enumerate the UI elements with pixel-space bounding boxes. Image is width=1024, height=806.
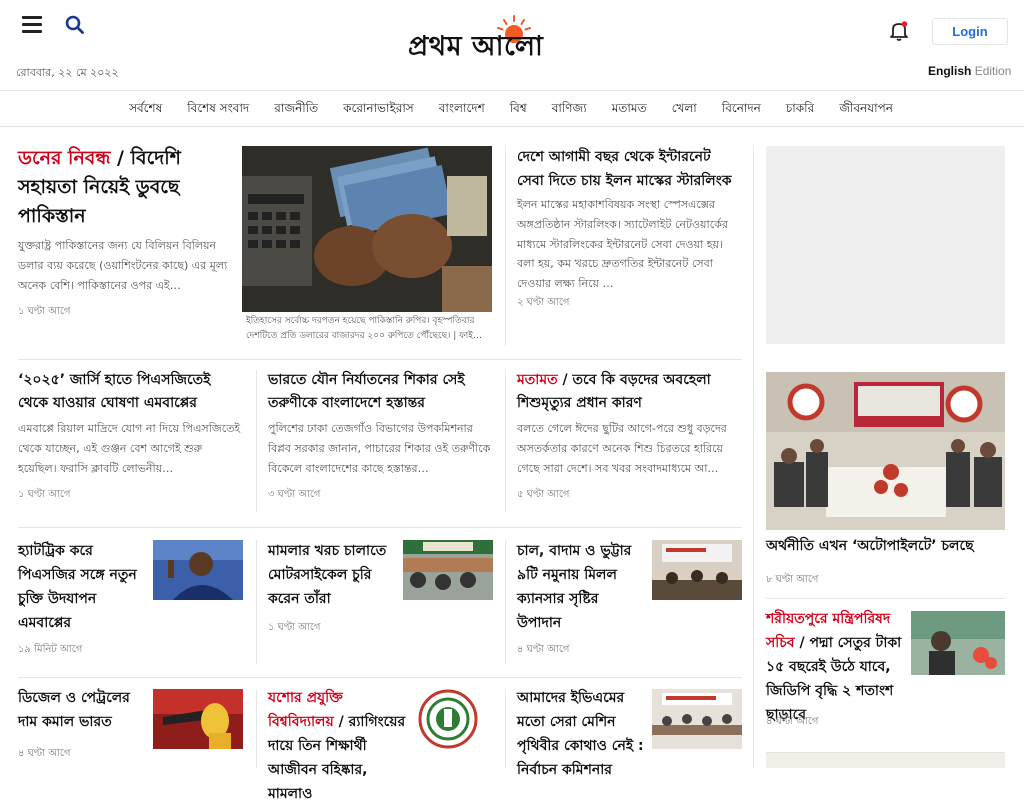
nav-item-latest[interactable]: সর্বশেষ [117,100,175,120]
kicker-separator: / [110,147,131,169]
lead-story-kicker: ডনের নিবন্ধ [18,147,111,169]
story-thumbnail[interactable] [153,540,243,600]
sidebar-story-image[interactable] [766,372,1005,530]
story-time: ৪ ঘণ্টা আগে [517,644,570,655]
logo-wordmark: প্রথম আলো [408,31,544,62]
column-divider [256,690,257,768]
site-logo[interactable]: প্রথম আলো [408,14,618,66]
advertisement-placeholder [766,146,1005,344]
column-divider [505,690,506,768]
next-sidebar-story-image[interactable] [766,752,1005,768]
login-button[interactable]: Login [932,18,1008,45]
story-card[interactable]: মতামত / তবে কি বড়দের অবহেলা শিশুমৃত্যুর… [517,369,742,415]
nav-item-bangladesh[interactable]: বাংলাদেশ [426,100,497,120]
nav-item-entertainment[interactable]: বিনোদন [709,100,773,120]
starlink-headline[interactable]: দেশে আগামী বছর থেকে ইন্টারনেট সেবা দিতে … [517,145,742,193]
story-title: ভারতে যৌন নির্যাতনের শিকার সেই তরুণীকে ব… [268,372,465,411]
row-divider [18,677,742,678]
lead-story-time: ১ ঘণ্টা আগে [18,306,71,317]
nav-item-special-news[interactable]: বিশেষ সংবাদ [175,100,262,120]
column-divider [505,146,506,346]
sidebar-story-time: ৪ ঘণ্টা আগে [766,716,819,727]
nav-item-lifestyle[interactable]: জীবনযাপন [827,100,906,120]
current-date: রোববার, ২২ মে ২০২২ [16,66,119,79]
story-time: ১৯ মিনিট আগে [18,644,83,655]
row-divider [18,527,742,528]
main-navigation: সর্বশেষ বিশেষ সংবাদ রাজনীতি করোনাভাইরাস … [0,92,1024,127]
story-time: ৫ ঘণ্টা আগে [517,489,570,500]
nav-item-world[interactable]: বিশ্ব [497,100,539,120]
story-title[interactable]: মামলার খরচ চালাতে মোটরসাইকেল চুরি করেন ত… [268,539,396,611]
story-card[interactable]: ভারতে যৌন নির্যাতনের শিকার সেই তরুণীকে ব… [268,369,493,415]
story-thumbnail[interactable] [153,689,243,749]
lead-story-headline[interactable]: ডনের নিবন্ধ / বিদেশি সহায়তা নিয়েই ডুবছ… [18,144,223,231]
search-icon[interactable] [64,14,86,36]
story-title: ‘২০২৫’ জার্সি হাতে পিএসজিতেই থেকে যাওয়া… [18,372,211,411]
nav-item-politics[interactable]: রাজনীতি [262,100,331,120]
hamburger-menu-icon[interactable] [22,16,42,33]
nav-item-jobs[interactable]: চাকরি [773,100,826,120]
starlink-time: ২ ঘণ্টা আগে [517,297,570,308]
lead-story-image[interactable] [242,146,492,312]
english-edition-link[interactable]: English Edition [928,64,1011,78]
column-divider [256,540,257,664]
nav-item-coronavirus[interactable]: করোনাভাইরাস [331,100,427,120]
story-kicker: মতামত [517,372,558,388]
sidebar-row-divider [766,598,1005,599]
story-card[interactable]: যশোর প্রযুক্তি বিশ্ববিদ্যালয় / র‍্যাগিং… [268,686,408,806]
row-divider [18,359,742,360]
story-thumbnail[interactable] [652,689,742,749]
story-time: ১ ঘণ্টা আগে [18,489,71,500]
column-divider [256,370,257,512]
story-kicker: যশোর প্রযুক্তি বিশ্ববিদ্যালয় [268,690,343,730]
story-summary: বলতে গেলে ঈদের ছুটির আগে-পরে শুধু বড়দের… [517,422,727,475]
story-thumbnail[interactable] [403,540,493,600]
nav-item-business[interactable]: বাণিজ্য [539,100,599,120]
lead-image-caption: ইতিহাসের সর্বোচ্চ দরপতন হয়েছে পাকিস্তান… [246,316,482,342]
story-title[interactable]: চাল, বাদাম ও ভুট্টার ৯টি নমুনায় মিলল ক্… [517,539,645,635]
sidebar-story-time: ৮ ঘণ্টা আগে [766,574,819,585]
university-logo-thumbnail[interactable] [418,689,478,749]
edition-label: Edition [974,64,1012,78]
notification-bell-icon[interactable] [889,20,909,42]
story-title[interactable]: ডিজেল ও পেট্রলের দাম কমাল ভারত [18,686,146,734]
sidebar-divider [753,146,754,768]
story-time: ১ ঘণ্টা আগে [268,622,321,633]
story-card[interactable]: ‘২০২৫’ জার্সি হাতে পিএসজিতেই থেকে যাওয়া… [18,369,243,415]
sidebar-story-card[interactable]: শরীয়তপুরে মন্ত্রিপরিষদ সচিব / পদ্মা সেত… [766,607,906,727]
sidebar-story-title[interactable]: অর্থনীতি এখন ‘অটোপাইলটে’ চলছে [766,535,1005,558]
lead-story-summary: যুক্তরাষ্ট্র পাকিস্তানের জন্য যে বিলিয়ন… [18,239,228,292]
story-title[interactable]: হ্যাটট্রিক করে পিএসজির সঙ্গে নতুন চুক্তি… [18,539,146,635]
column-divider [505,370,506,512]
story-summary: পুলিশের ঢাকা তেজগাঁও বিভাগের উপকমিশনার ব… [268,422,491,475]
nav-item-sports[interactable]: খেলা [659,100,709,120]
story-time: ৩ ঘণ্টা আগে [268,489,321,500]
starlink-summary: ইলন মাস্কের মহাকাশবিষয়ক সংস্থা স্পেসএক্… [517,198,728,291]
edition-english-label: English [928,64,972,78]
nav-item-opinion[interactable]: মতামত [599,100,659,120]
column-divider [505,540,506,664]
site-header: রোববার, ২২ মে ২০২২ প্রথম আলো Login Engli… [0,0,1024,91]
sidebar-story-thumbnail[interactable] [911,611,1005,675]
story-time: ৪ ঘণ্টা আগে [18,748,71,759]
story-thumbnail[interactable] [652,540,742,600]
story-summary: এমবাপ্পে রিয়াল মাদ্রিদে যোগ না দিয়ে পি… [18,422,241,475]
